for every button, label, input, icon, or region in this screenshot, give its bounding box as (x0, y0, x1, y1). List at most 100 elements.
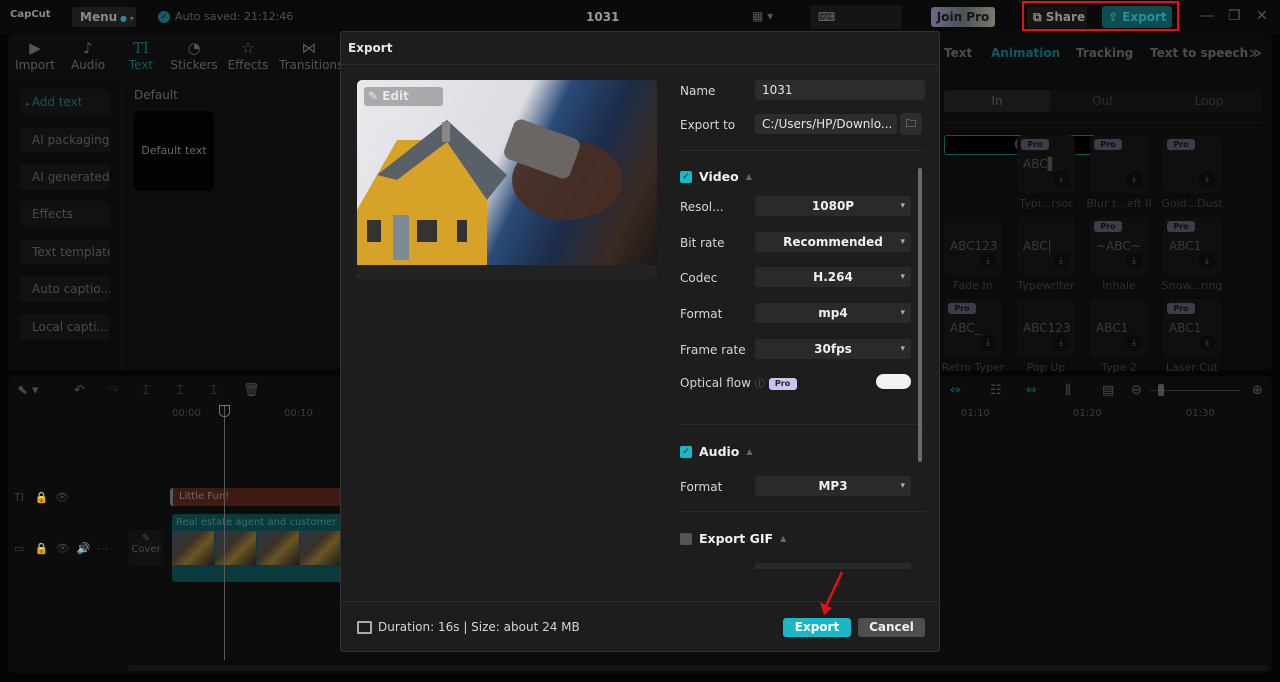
sidebar-item-auto-captions[interactable]: Auto captio... (20, 276, 110, 302)
zoom-out-icon[interactable]: ⊖ (1131, 383, 1142, 398)
zoom-fit-icon[interactable]: ▤ (1102, 383, 1114, 398)
video-section-header[interactable]: ✓ Video ▲ (680, 169, 752, 184)
more-tabs-icon[interactable]: ≫ (1249, 46, 1262, 60)
text-clip[interactable]: Little Fun! (170, 488, 342, 506)
name-input[interactable]: 1031 (755, 80, 925, 100)
tab-text-to-speech[interactable]: Text to speech (1150, 46, 1248, 60)
toolbar-audio[interactable]: ♪ Audio (60, 38, 116, 72)
download-icon[interactable]: ⤓ (1053, 335, 1069, 351)
settings-scrollbar[interactable] (918, 168, 922, 462)
split-right-icon[interactable]: ⌶ (210, 383, 218, 398)
cancel-button[interactable]: Cancel (858, 618, 925, 637)
sidebar-item-local-captions[interactable]: Local capti... (20, 314, 110, 340)
resolution-select[interactable]: 1080P ▾ (755, 196, 911, 216)
edit-cover-button[interactable]: ✎ Edit cover (364, 87, 443, 122)
animation-card[interactable]: Pro ABC▌ ⤓ (1017, 135, 1075, 193)
sidebar-item-ai-generated[interactable]: AI generated (20, 164, 110, 190)
undo-icon[interactable]: ↶ (74, 383, 85, 398)
optical-flow-toggle[interactable] (876, 374, 911, 389)
export-path-input[interactable]: C:/Users/HP/Downlo... (755, 114, 897, 134)
split-preview-icon[interactable]: ⫼ (1065, 383, 1071, 398)
zoom-in-icon[interactable]: ⊕ (1252, 383, 1263, 398)
animation-card[interactable]: ABC| ⤓ (1017, 217, 1075, 275)
sidebar-item-text-template[interactable]: Text template (20, 239, 110, 265)
collapse-icon[interactable]: ▲ (746, 447, 752, 456)
audio-section-header[interactable]: ✓ Audio ▲ (680, 444, 753, 459)
bitrate-select[interactable]: Recommended ▾ (755, 232, 911, 252)
split-icon[interactable]: ⌶ (142, 383, 150, 398)
download-icon[interactable]: ⤓ (1053, 171, 1069, 187)
toolbar-import[interactable]: ▶ Import (7, 38, 63, 72)
animation-card[interactable]: Pro ⤓ (1163, 135, 1221, 193)
folder-icon[interactable]: 🗀 (900, 113, 922, 135)
animation-card[interactable]: Pro ~ABC~ ⤓ (1090, 217, 1148, 275)
animation-card[interactable]: ABC123 ⤓ (944, 217, 1002, 275)
download-icon[interactable]: ⤓ (1126, 171, 1142, 187)
share-button[interactable]: ⧉ Share (1027, 6, 1087, 28)
join-pro-button[interactable]: Join Pro (931, 7, 995, 27)
format-select[interactable]: mp4 ▾ (755, 303, 911, 323)
redo-icon[interactable]: ↷ (108, 383, 119, 398)
video-clip[interactable]: Real estate agent and customer si (172, 514, 342, 582)
playhead[interactable] (224, 406, 225, 660)
toolbar-stickers[interactable]: ◔ Stickers (166, 38, 222, 72)
cover-button[interactable]: ✎ Cover (129, 530, 163, 566)
framerate-select[interactable]: 30fps ▾ (755, 339, 911, 359)
playhead-handle[interactable] (219, 405, 230, 417)
animation-card[interactable]: Pro ABC1 ⤓ (1163, 299, 1221, 357)
shortcuts-button[interactable]: ⌨ Shortcuts (810, 5, 902, 48)
toolbar-transitions[interactable]: ⋈ Transitions (279, 38, 343, 72)
close-icon[interactable]: ✕ (1256, 8, 1268, 24)
menu-button[interactable]: Menu ● ▾ (72, 7, 136, 27)
help-icon[interactable]: ⓘ (755, 379, 765, 390)
download-icon[interactable]: ⤓ (1126, 253, 1142, 269)
download-icon[interactable]: ⤓ (1199, 335, 1215, 351)
video-checkbox[interactable]: ✓ (680, 170, 692, 183)
segment-in[interactable]: In (944, 90, 1050, 112)
magnet-icon[interactable]: ⇔ (950, 383, 961, 398)
animation-card[interactable]: ABC1 ⤓ (1090, 299, 1148, 357)
eye-icon[interactable]: 👁 (55, 491, 69, 504)
toolbar-effects[interactable]: ☆ Effects (220, 38, 276, 72)
export-top-button[interactable]: ⇪ Export (1102, 6, 1172, 28)
sidebar-item-add-text[interactable]: ▸ Add text (20, 89, 110, 115)
animation-card[interactable]: ABC123 ⤓ (1017, 299, 1075, 357)
minimize-icon[interactable]: — (1200, 8, 1214, 24)
download-icon[interactable]: ⤓ (1199, 253, 1215, 269)
restore-icon[interactable]: ❐ (1228, 8, 1241, 24)
segment-loop[interactable]: Loop (1156, 90, 1262, 112)
more-icon[interactable]: ⋯ (97, 542, 108, 555)
timeline-scrollbar[interactable] (128, 665, 1268, 671)
eye-icon[interactable]: 👁 (56, 542, 70, 555)
split-left-icon[interactable]: ⌶ (176, 383, 184, 398)
export-button[interactable]: Export (783, 618, 851, 637)
link-icon[interactable]: ⇔ (1026, 383, 1037, 398)
lock-icon[interactable]: 🔒 (35, 542, 49, 555)
sidebar-item-effects[interactable]: Effects (20, 201, 110, 227)
animation-card[interactable]: Pro ABC1 ⤓ (1163, 217, 1221, 275)
toolbar-text[interactable]: TI Text (113, 38, 169, 72)
zoom-slider-handle[interactable] (1158, 384, 1164, 396)
sidebar-item-ai-packaging[interactable]: AI packaging (20, 127, 110, 153)
download-icon[interactable]: ⤓ (1199, 171, 1215, 187)
tab-animation[interactable]: Animation (991, 46, 1060, 60)
delete-icon[interactable]: 🗑 (243, 383, 260, 398)
select-tool-icon[interactable]: ⬉ ▾ (17, 383, 39, 398)
audio-checkbox[interactable]: ✓ (680, 445, 692, 458)
animation-card[interactable]: Pro ABC_ ⤓ (944, 299, 1002, 357)
download-icon[interactable]: ⤓ (1126, 335, 1142, 351)
lock-icon[interactable]: 🔒 (34, 491, 48, 504)
collapse-icon[interactable]: ▲ (780, 534, 786, 543)
download-icon[interactable]: ⤓ (1053, 253, 1069, 269)
audio-format-select[interactable]: MP3 ▾ (755, 476, 911, 496)
auto-snap-icon[interactable]: ☷ (990, 383, 1002, 398)
download-icon[interactable]: ⤓ (980, 335, 996, 351)
volume-icon[interactable]: 🔊 (77, 542, 91, 555)
download-icon[interactable]: ⤓ (980, 253, 996, 269)
gif-section-header[interactable]: Export GIF ▲ (680, 531, 786, 546)
tab-tracking[interactable]: Tracking (1076, 46, 1133, 60)
animation-card[interactable]: Pro ⤓ (1090, 135, 1148, 193)
codec-select[interactable]: H.264 ▾ (755, 267, 911, 287)
tab-text[interactable]: Text (944, 46, 972, 60)
gif-checkbox[interactable] (680, 532, 692, 545)
